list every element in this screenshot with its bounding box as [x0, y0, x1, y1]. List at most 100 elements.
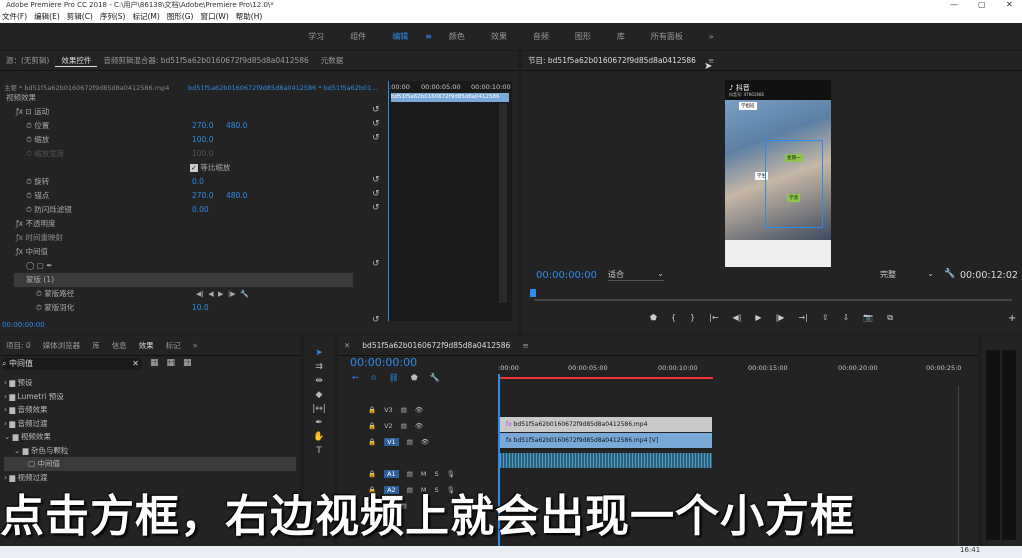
lock-icon[interactable]: 🔒: [368, 406, 376, 414]
menu-window[interactable]: 窗口(W): [200, 10, 228, 23]
mini-clip[interactable]: bd51f5a62b0160672f9d85d8a0412586: [391, 93, 509, 102]
menu-sequence[interactable]: 序列(S): [100, 10, 126, 23]
tree-video-transitions[interactable]: › ▆ 视频过渡: [4, 471, 296, 485]
snap-icon[interactable]: ∩: [371, 373, 377, 382]
export-frame-icon[interactable]: 📷: [863, 313, 873, 323]
track-forward-icon[interactable]: |▶: [228, 290, 236, 298]
add-button-icon[interactable]: +: [1008, 313, 1016, 324]
settings-wrench-icon[interactable]: 🔧: [944, 269, 955, 279]
effect-controls-timecode[interactable]: 00:00:00:00: [2, 321, 45, 329]
ripple-edit-icon[interactable]: ⇹: [315, 376, 323, 386]
go-to-in-icon[interactable]: |←: [709, 313, 718, 323]
stopwatch-icon[interactable]: ⏱: [26, 191, 32, 200]
tree-audio-transitions[interactable]: › ▆ 音频过渡: [4, 417, 296, 431]
video-frame[interactable]: ♪ 抖音 抖音号: 47661666 学姐班 星期一 学生 学渣: [725, 80, 831, 267]
add-marker-icon[interactable]: ⬟: [411, 373, 418, 382]
clip-a1-audio[interactable]: [500, 453, 712, 468]
stopwatch-icon[interactable]: ⏱: [26, 205, 32, 214]
track-prev-icon[interactable]: ◀: [208, 290, 213, 298]
clip-v1[interactable]: fx bd51f5a62b0160672f9d85d8a0412586.mp4 …: [500, 433, 712, 448]
slip-tool-icon[interactable]: |↔|: [312, 404, 326, 414]
yuv-icon[interactable]: ▦: [183, 358, 192, 368]
razor-tool-icon[interactable]: ◆: [316, 390, 323, 400]
motion-row[interactable]: ƒx ⊡ 运动: [16, 105, 49, 119]
anchor-y-value[interactable]: 480.0: [226, 189, 247, 203]
fit-dropdown[interactable]: 适合 ⌄: [608, 269, 664, 281]
eye-icon[interactable]: 👁: [415, 406, 423, 414]
effect-mini-timeline[interactable]: :00:00 00:00:05:00 00:00:10:00 bd51f5a62…: [388, 81, 512, 321]
compare-icon[interactable]: ⧉: [887, 313, 893, 323]
sync-icon[interactable]: ▤: [407, 438, 413, 446]
solo-icon[interactable]: S: [434, 470, 438, 478]
timeline-ruler[interactable]: :00:00 00:00:05:00 00:00:10:00 00:00:15:…: [498, 364, 964, 382]
checkbox-checked-icon[interactable]: ✓: [190, 164, 198, 172]
tree-noise-grain[interactable]: ⌄ ▆ 杂色与颗粒: [4, 444, 296, 458]
ellipse-mask-icon[interactable]: ◯: [26, 261, 34, 270]
menu-help[interactable]: 帮助(H): [236, 10, 263, 23]
pen-mask-icon[interactable]: ✒: [46, 261, 52, 270]
stopwatch-icon[interactable]: ⏱: [26, 121, 32, 130]
reset-icon[interactable]: ↺: [372, 201, 386, 215]
position-y-value[interactable]: 480.0: [226, 119, 247, 133]
sequence-clip-label[interactable]: bd51f5a62b0160672f9d85d8a0412586 * bd51f…: [188, 81, 377, 95]
quality-dropdown[interactable]: 完整 ⌄: [880, 269, 934, 281]
mask-feather-value[interactable]: 10.0: [192, 301, 209, 315]
mask-box[interactable]: [765, 140, 823, 228]
menu-graphics[interactable]: 图形(G): [167, 10, 194, 23]
program-scrubber[interactable]: [534, 299, 1012, 301]
tab-source[interactable]: 源：(无剪辑): [0, 55, 55, 66]
tab-markers[interactable]: 标记: [160, 340, 187, 351]
effects-search[interactable]: ⌕ 中间值 ✕: [2, 358, 142, 370]
type-tool-icon[interactable]: T: [316, 446, 322, 456]
workspace-editing[interactable]: 编辑: [379, 31, 421, 42]
median-row[interactable]: ƒx 中间值: [16, 245, 48, 259]
menu-marker[interactable]: 标记(M): [132, 10, 159, 23]
lock-icon[interactable]: 🔒: [368, 470, 376, 478]
reset-icon[interactable]: ↺: [372, 173, 386, 187]
timeline-timecode[interactable]: 00:00:00:00: [350, 356, 417, 369]
accelerated-icon[interactable]: ▦: [150, 358, 159, 368]
reset-icon[interactable]: ↺: [372, 187, 386, 201]
eye-icon[interactable]: 👁: [421, 438, 429, 446]
program-playhead[interactable]: [530, 289, 536, 297]
stopwatch-icon[interactable]: ⏱: [26, 177, 32, 186]
tab-metadata[interactable]: 元数据: [315, 55, 350, 66]
add-marker-icon[interactable]: ⬟: [650, 313, 657, 323]
track-label[interactable]: A1: [384, 470, 399, 478]
anchor-x-value[interactable]: 270.0: [192, 189, 213, 203]
nest-icon[interactable]: ⇜: [352, 373, 359, 382]
track-next-icon[interactable]: ▶: [218, 290, 223, 298]
workspace-learn[interactable]: 学习: [295, 31, 337, 42]
sequence-tab[interactable]: bd51f5a62b0160672f9d85d8a0412586: [356, 341, 516, 350]
tree-video-effects[interactable]: ⌄ ▆ 视频效果: [4, 430, 296, 444]
workspace-menu-icon[interactable]: ≡: [421, 32, 436, 41]
track-label[interactable]: V3: [384, 406, 393, 414]
maximize-icon[interactable]: ▢: [978, 0, 986, 10]
tab-info[interactable]: 信息: [106, 340, 133, 351]
sync-icon[interactable]: ▤: [407, 470, 413, 478]
mic-icon[interactable]: 🎙: [447, 470, 455, 478]
tab-effects[interactable]: 效果: [133, 340, 160, 351]
lock-icon[interactable]: 🔒: [368, 422, 376, 430]
wrench-icon[interactable]: 🔧: [430, 373, 440, 382]
opacity-row[interactable]: ƒx 不透明度: [16, 217, 55, 231]
workspace-libraries[interactable]: 库: [604, 31, 638, 42]
program-timecode[interactable]: 00:00:00:00: [536, 270, 597, 281]
tab-effect-controls[interactable]: 效果控件: [55, 55, 98, 67]
minimize-icon[interactable]: —: [950, 0, 958, 10]
workspace-all-panels[interactable]: 所有面板: [638, 31, 696, 42]
workspace-graphics[interactable]: 图形: [562, 31, 604, 42]
more-tabs-icon[interactable]: »: [187, 341, 204, 350]
clear-icon[interactable]: ✕: [132, 358, 142, 370]
track-label[interactable]: V1: [384, 438, 399, 446]
tree-median[interactable]: ▢ 中间值: [4, 457, 296, 471]
rectangle-mask-icon[interactable]: ▢: [37, 261, 44, 270]
clip-v2[interactable]: fx bd51f5a62b0160672f9d85d8a0412586.mp4: [500, 417, 712, 432]
stopwatch-icon[interactable]: ⏱: [36, 289, 42, 298]
tab-media-browser[interactable]: 媒体浏览器: [37, 340, 87, 351]
tab-audio-mixer[interactable]: 音频剪辑混合器: bd51f5a62b0160672f9d85d8a041258…: [97, 55, 314, 66]
linked-select-icon[interactable]: ⛓: [389, 373, 399, 382]
hand-tool-icon[interactable]: ✋: [313, 432, 324, 442]
flicker-value[interactable]: 0.00: [192, 203, 209, 217]
close-tab-icon[interactable]: ✕: [338, 341, 356, 350]
